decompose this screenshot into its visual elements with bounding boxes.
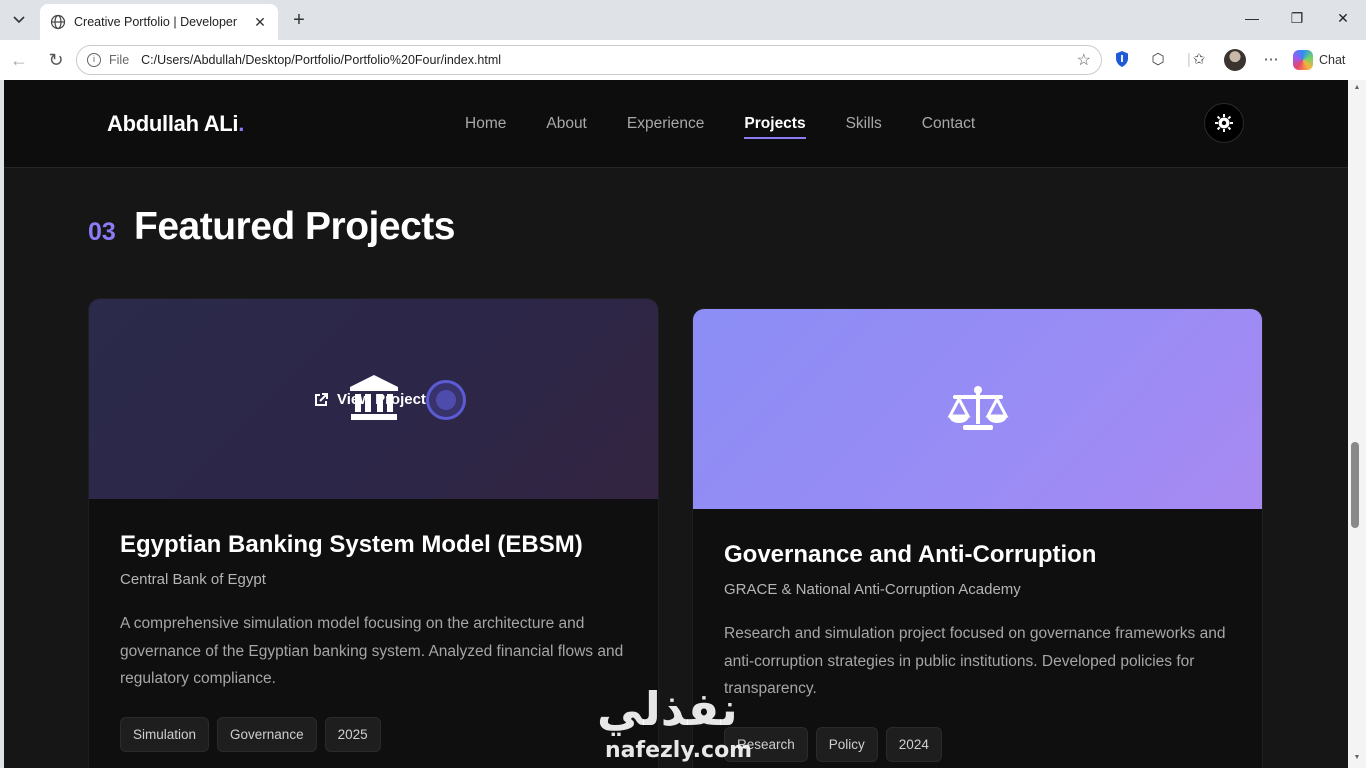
section-title: Featured Projects bbox=[134, 205, 455, 248]
project-title: Governance and Anti-Corruption bbox=[724, 541, 1097, 568]
tag: Simulation bbox=[120, 716, 210, 752]
nav-experience[interactable]: Experience bbox=[627, 115, 705, 133]
main-nav: Home About Experience Projects Skills Co… bbox=[465, 115, 975, 139]
new-tab-button[interactable]: + bbox=[288, 10, 310, 32]
nav-contact[interactable]: Contact bbox=[922, 115, 975, 133]
project-tags: Simulation Governance 2025 bbox=[120, 716, 627, 752]
url-text[interactable]: C:/Users/Abdullah/Desktop/Portfolio/Port… bbox=[141, 53, 1077, 67]
view-project-link[interactable]: View Project bbox=[313, 391, 426, 408]
site-header: Abdullah ALi. Home About Experience Proj… bbox=[4, 80, 1348, 168]
address-scheme-label: File bbox=[109, 53, 130, 67]
browser-tab-bar: Creative Portfolio | Developer ✕ + — ❐ ✕ bbox=[0, 0, 1366, 40]
site-logo[interactable]: Abdullah ALi. bbox=[107, 111, 244, 137]
favorites-icon[interactable]: ✩ bbox=[1189, 50, 1209, 70]
project-image bbox=[693, 309, 1262, 509]
chevron-down-icon bbox=[13, 16, 25, 24]
page-scrollbar[interactable] bbox=[1348, 80, 1366, 768]
project-card-ebsm[interactable]: View Project Egyptian Banking System Mod… bbox=[88, 298, 659, 768]
tab-title: Creative Portfolio | Developer bbox=[74, 15, 238, 29]
restore-button[interactable]: ❐ bbox=[1287, 10, 1307, 30]
profile-avatar[interactable] bbox=[1224, 49, 1246, 71]
back-button[interactable]: ← bbox=[8, 49, 30, 71]
project-tags: Research Policy 2024 bbox=[724, 726, 1231, 762]
extensions-icon[interactable]: ⬡ bbox=[1148, 50, 1168, 70]
project-description: Research and simulation project focused … bbox=[724, 625, 1226, 697]
scroll-down-arrow[interactable]: ▼ bbox=[1352, 754, 1362, 762]
project-card-governance[interactable]: Governance and Anti-Corruption GRACE & N… bbox=[692, 308, 1263, 768]
scrollbar-thumb[interactable] bbox=[1351, 442, 1359, 528]
globe-icon bbox=[50, 14, 66, 30]
tag: Policy bbox=[815, 726, 878, 762]
theme-toggle-button[interactable] bbox=[1204, 103, 1244, 143]
page-viewport: Abdullah ALi. Home About Experience Proj… bbox=[4, 80, 1348, 768]
nav-projects[interactable]: Projects bbox=[744, 115, 806, 139]
project-title: Egyptian Banking System Model (EBSM) bbox=[120, 531, 583, 558]
tag: 2024 bbox=[885, 726, 942, 762]
project-card-body: Egyptian Banking System Model (EBSM) Cen… bbox=[89, 499, 658, 752]
scale-icon bbox=[947, 386, 1008, 430]
browser-toolbar: ← ↻ i File C:/Users/Abdullah/Desktop/Por… bbox=[0, 40, 1366, 80]
address-bar[interactable]: i File C:/Users/Abdullah/Desktop/Portfol… bbox=[76, 45, 1102, 75]
project-image: View Project bbox=[89, 299, 658, 499]
scroll-up-arrow[interactable]: ▲ bbox=[1352, 84, 1362, 92]
project-description: A comprehensive simulation model focusin… bbox=[120, 615, 624, 687]
more-options-icon[interactable]: ⋯ bbox=[1261, 50, 1281, 70]
nav-about[interactable]: About bbox=[546, 115, 587, 133]
tab-close-icon[interactable]: ✕ bbox=[252, 14, 268, 30]
tag: Research bbox=[724, 726, 808, 762]
nav-home[interactable]: Home bbox=[465, 115, 506, 133]
favorite-star-icon[interactable]: ☆ bbox=[1077, 50, 1091, 70]
info-icon[interactable]: i bbox=[87, 53, 101, 67]
external-link-icon bbox=[315, 392, 328, 406]
refresh-button[interactable]: ↻ bbox=[45, 49, 67, 71]
project-card-body: Governance and Anti-Corruption GRACE & N… bbox=[693, 509, 1262, 762]
section-number: 03 bbox=[88, 218, 116, 246]
chat-button[interactable]: Chat bbox=[1293, 47, 1345, 73]
project-organization: GRACE & National Anti-Corruption Academy bbox=[724, 581, 1021, 598]
tag: 2025 bbox=[324, 716, 381, 752]
chat-label: Chat bbox=[1319, 53, 1346, 67]
minimize-button[interactable]: — bbox=[1242, 10, 1262, 30]
project-organization: Central Bank of Egypt bbox=[120, 571, 266, 588]
shield-icon[interactable] bbox=[1112, 50, 1132, 70]
cursor-indicator bbox=[426, 380, 466, 420]
tag: Governance bbox=[217, 716, 317, 752]
browser-tab[interactable]: Creative Portfolio | Developer ✕ bbox=[40, 4, 278, 40]
view-project-label: View Project bbox=[337, 391, 426, 408]
logo-dot: . bbox=[238, 111, 245, 136]
nav-skills[interactable]: Skills bbox=[846, 115, 882, 133]
sun-icon bbox=[1215, 114, 1233, 132]
tab-actions-menu-button[interactable] bbox=[6, 8, 32, 32]
logo-text: Abdullah ALi bbox=[107, 111, 239, 136]
close-window-button[interactable]: ✕ bbox=[1333, 10, 1353, 30]
copilot-icon bbox=[1293, 50, 1313, 70]
